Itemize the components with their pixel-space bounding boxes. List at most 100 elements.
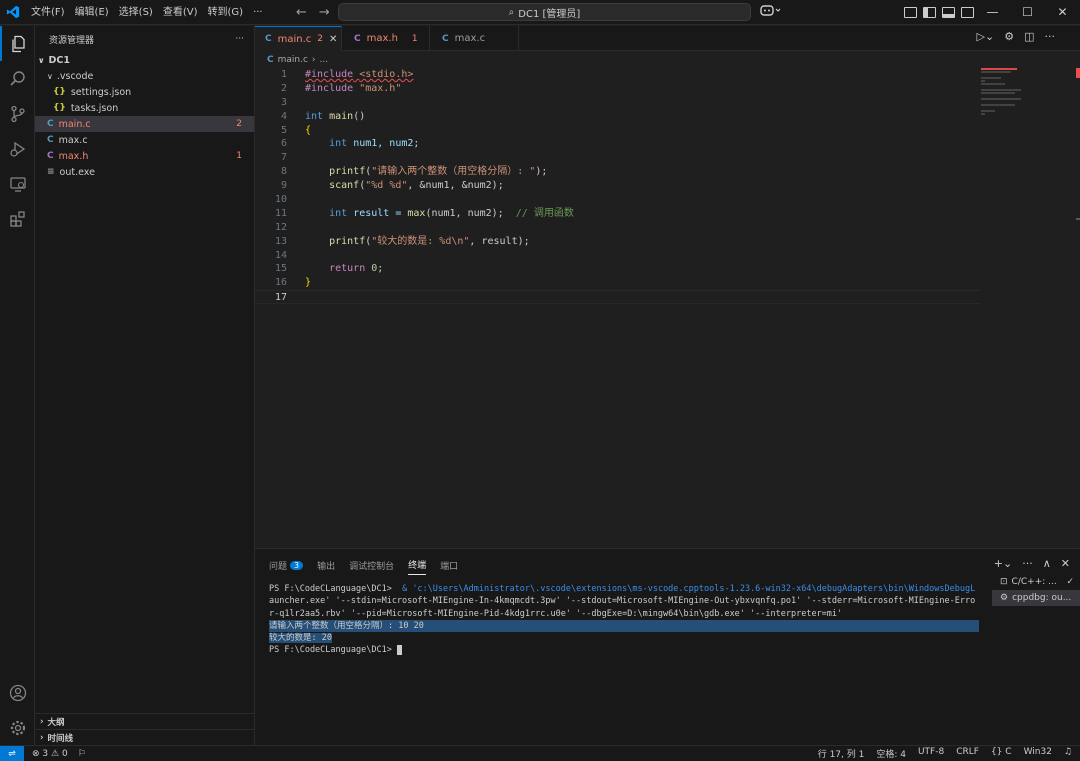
close-panel-icon[interactable]: ✕ — [1061, 557, 1070, 570]
minimap-line — [981, 113, 985, 115]
menu-file[interactable]: 文件(F) — [26, 0, 70, 25]
tab-output[interactable]: 输出 — [317, 558, 335, 575]
customize-layout-icon[interactable] — [904, 7, 917, 18]
cursor-position[interactable]: 行 17, 列 1 — [818, 747, 865, 760]
more-actions-icon[interactable]: ··· — [1022, 557, 1033, 570]
search-icon[interactable] — [0, 61, 35, 96]
run-debug-dropdown-icon[interactable]: ▷⌄ — [977, 30, 995, 43]
terminal-output[interactable]: PS F:\CodeCLanguage\DC1> & 'c:\Users\Adm… — [269, 583, 979, 657]
line-number: 11 — [274, 207, 287, 219]
maximize-panel-icon[interactable]: ∧ — [1043, 557, 1051, 570]
code-editor[interactable]: 1 #include <stdio.h> 2 #include "max.h" 3 … — [255, 68, 981, 305]
editor-scrollbar[interactable] — [1076, 68, 1080, 548]
menu-view[interactable]: 查看(V) — [158, 0, 203, 25]
account-icon[interactable] — [0, 675, 35, 710]
file-max-h[interactable]: C max.h 1 — [35, 148, 254, 164]
close-icon[interactable]: ✕ — [1045, 0, 1080, 25]
line-number: 3 — [280, 96, 287, 108]
platform[interactable]: Win32 — [1024, 747, 1052, 760]
tab-debug-console[interactable]: 调试控制台 — [349, 558, 394, 575]
notifications-bell-icon[interactable]: ♫ — [1064, 747, 1072, 760]
folder-root-label: DC1 — [48, 54, 70, 66]
close-icon[interactable]: ✕ — [329, 34, 337, 45]
code-line: 3 — [255, 96, 981, 110]
tab-ports[interactable]: 端口 — [440, 558, 458, 575]
folder-root[interactable]: ∨ DC1 — [35, 52, 254, 68]
line-number: 1 — [280, 69, 287, 80]
code-line-current: 17 — [255, 290, 981, 305]
settings-gear-icon[interactable] — [0, 710, 35, 745]
minimize-icon[interactable]: — — [975, 0, 1010, 25]
remote-explorer-icon[interactable] — [0, 166, 35, 201]
toggle-sidebar-icon[interactable] — [923, 7, 936, 18]
terminal-line-selected: 请输入两个整数（用空格分隔）: 10 20 — [269, 619, 979, 633]
forward-arrow-icon[interactable]: → — [319, 5, 330, 20]
activity-bar — [0, 26, 35, 745]
tab-max-c[interactable]: C max.c — [430, 26, 519, 51]
minimap-line — [981, 89, 1021, 91]
menu-goto[interactable]: 转到(G) — [203, 0, 249, 25]
folder-vscode[interactable]: ∨ .vscode — [35, 68, 254, 84]
code-token: , &num1, &num2); — [407, 180, 504, 192]
file-main-c[interactable]: C main.c 2 — [35, 116, 254, 132]
language-mode[interactable]: {} C — [991, 747, 1012, 760]
code-line: 14 — [255, 249, 981, 263]
copilot-icon[interactable] — [760, 4, 782, 19]
file-out-exe[interactable]: ≡ out.exe — [35, 164, 254, 180]
debug-launch-icon[interactable]: ⚐ — [78, 749, 86, 759]
minimap-line — [981, 98, 1021, 100]
tab-terminal[interactable]: 终端 — [408, 558, 427, 575]
source-control-icon[interactable] — [0, 96, 35, 131]
terminal-line: auncher.exe' '--stdin=Microsoft-MIEngine… — [269, 596, 976, 607]
toggle-panel-icon[interactable] — [942, 7, 955, 18]
breadcrumb-rest[interactable]: ... — [320, 55, 329, 65]
search-icon: ⌕ — [508, 6, 515, 18]
settings-gear-icon[interactable]: ⚙ — [1004, 30, 1014, 43]
menu-selection[interactable]: 选择(S) — [114, 0, 158, 25]
problems-status[interactable]: ⊗ 3 ⚠ 0 — [32, 749, 68, 759]
remote-indicator-icon[interactable]: ⇌ — [0, 745, 24, 761]
minimap[interactable] — [981, 68, 1076, 548]
toggle-secondary-sidebar-icon[interactable] — [961, 7, 974, 18]
search-text: DC1 [管理员] — [518, 8, 581, 20]
file-tasks-json[interactable]: {} tasks.json — [35, 100, 254, 116]
timeline-section[interactable]: › 时间线 — [35, 729, 254, 745]
tab-main-c[interactable]: C main.c 2 ✕ — [255, 26, 342, 51]
new-terminal-icon[interactable]: +⌄ — [994, 557, 1012, 570]
explorer-icon[interactable] — [0, 26, 35, 61]
extensions-icon[interactable] — [0, 201, 35, 236]
menu-more[interactable]: ··· — [248, 0, 268, 25]
code-token: #include — [305, 69, 354, 80]
tab-problems[interactable]: 问题 3 — [269, 558, 304, 575]
file-label: main.c — [58, 118, 91, 130]
command-center-search[interactable]: ⌕ DC1 [管理员] — [338, 3, 751, 21]
encoding[interactable]: UTF-8 — [918, 747, 944, 760]
terminal-item-cppdbg[interactable]: ⚙ cppdbg: ou... — [992, 590, 1080, 606]
code-line: 15 return 0; — [255, 262, 981, 276]
file-max-c[interactable]: C max.c — [35, 132, 254, 148]
status-right: 行 17, 列 1 空格: 4 UTF-8 CRLF {} C Win32 ♫ — [818, 747, 1072, 760]
line-ending[interactable]: CRLF — [956, 747, 979, 760]
maximize-icon[interactable]: ☐ — [1010, 0, 1045, 25]
tab-max-h[interactable]: C max.h 1 — [342, 26, 430, 51]
code-token: } — [305, 277, 312, 289]
more-actions-icon[interactable]: ··· — [1045, 30, 1056, 43]
sidebar-more-button[interactable]: ··· — [235, 34, 244, 44]
timeline-label: 时间线 — [47, 733, 74, 744]
debug-gear-icon: ⚙ — [1000, 593, 1009, 603]
back-arrow-icon[interactable]: ← — [296, 5, 307, 20]
header-file-icon: C — [47, 151, 54, 161]
tab-label: max.h — [366, 33, 398, 44]
breadcrumb-file[interactable]: main.c — [278, 55, 308, 65]
terminal-command: & 'c:\Users\Administrator\.vscode\extens… — [402, 584, 976, 594]
terminal-line-selected: 较大的数是: 20 — [269, 632, 979, 644]
indentation[interactable]: 空格: 4 — [876, 747, 906, 760]
terminal-item-cpp[interactable]: ⊡ C/C++: ... ✓ — [992, 574, 1080, 590]
error-count: 3 — [42, 748, 49, 759]
run-debug-icon[interactable] — [0, 131, 35, 166]
code-token: ); — [535, 166, 548, 178]
menu-edit[interactable]: 编辑(E) — [70, 0, 114, 25]
split-editor-icon[interactable]: ◫ — [1024, 30, 1034, 43]
file-settings-json[interactable]: {} settings.json — [35, 84, 254, 100]
outline-section[interactable]: › 大纲 — [35, 713, 254, 729]
